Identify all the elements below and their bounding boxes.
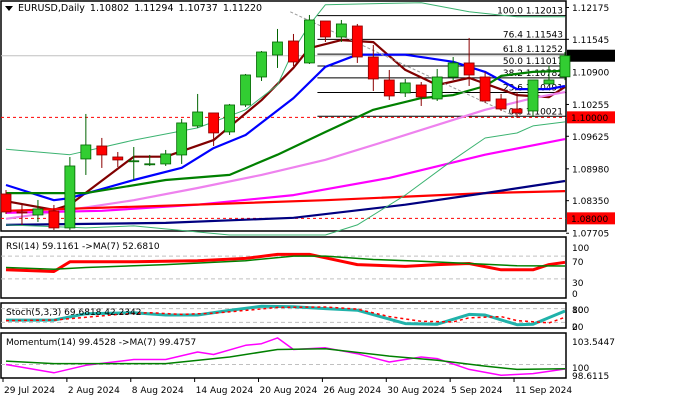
y-tick-label: 1.09625 bbox=[572, 133, 609, 143]
indicator-title: RSI(14) 59.1161 ->MA(7) 52.6810 bbox=[6, 242, 160, 252]
y-tick-label: 1.10255 bbox=[572, 101, 609, 111]
y-axis-label: 0 bbox=[572, 290, 578, 300]
bullish-candle[interactable] bbox=[335, 23, 347, 38]
bearish-candle[interactable] bbox=[112, 156, 124, 161]
y-tick-label: 1.07705 bbox=[572, 230, 609, 240]
bearish-candle[interactable] bbox=[288, 40, 299, 63]
y-axis-label: 70 bbox=[572, 258, 584, 268]
y-axis-label: 100 bbox=[572, 244, 589, 254]
x-tick-label: 5 Sep 2024 bbox=[451, 386, 503, 396]
bearish-candle[interactable] bbox=[319, 20, 331, 38]
bullish-candle[interactable] bbox=[240, 74, 251, 106]
x-tick-label: 14 Aug 2024 bbox=[196, 386, 254, 396]
bullish-candle[interactable] bbox=[527, 79, 539, 112]
bullish-candle[interactable] bbox=[304, 19, 315, 64]
bullish-candle[interactable] bbox=[447, 62, 459, 78]
dropdown-triangle-icon[interactable] bbox=[5, 6, 13, 11]
bullish-candle[interactable] bbox=[32, 208, 44, 216]
level-price-label: 1.10000 bbox=[571, 114, 608, 124]
bearish-candle[interactable] bbox=[367, 56, 379, 80]
y-axis-label: 0 bbox=[572, 323, 578, 333]
y-tick-label: 1.10900 bbox=[572, 68, 609, 78]
bearish-candle[interactable] bbox=[479, 76, 491, 102]
chart-header: EURUSD,Daily 1.10802 1.11294 1.10737 1.11220 bbox=[5, 3, 267, 14]
current-price-label: 1.11220 bbox=[571, 52, 608, 62]
y-axis-label: 103.5447 bbox=[572, 338, 615, 348]
x-tick-label: 11 Sep 2024 bbox=[515, 386, 572, 396]
bearish-candle[interactable] bbox=[351, 25, 363, 58]
y-tick-label: 1.08350 bbox=[572, 197, 609, 207]
y-axis-label: 80 bbox=[572, 306, 584, 316]
fib-level-label: 50.0 1.11017 bbox=[503, 57, 563, 67]
bearish-candle[interactable] bbox=[48, 210, 60, 229]
level-price-label: 1.08000 bbox=[571, 215, 608, 225]
y-tick-label: 1.12175 bbox=[572, 4, 609, 14]
open-value: 1.10802 bbox=[89, 3, 130, 14]
bullish-candle[interactable] bbox=[160, 153, 172, 165]
x-tick-label: 29 Jul 2024 bbox=[4, 386, 55, 396]
x-tick-label: 8 Aug 2024 bbox=[132, 386, 184, 396]
indicator-title: Stoch(5,3,3) 69.6818 42.2342 bbox=[6, 308, 141, 318]
y-tick-label: 1.11545 bbox=[572, 36, 609, 46]
bullish-candle[interactable] bbox=[399, 82, 411, 94]
bearish-candle[interactable] bbox=[495, 98, 507, 110]
bearish-candle[interactable] bbox=[208, 112, 220, 134]
close-value: 1.11220 bbox=[222, 3, 263, 14]
bullish-candle[interactable] bbox=[256, 51, 267, 78]
x-tick-label: 20 Aug 2024 bbox=[260, 386, 318, 396]
x-tick-label: 30 Aug 2024 bbox=[387, 386, 445, 396]
bullish-candle[interactable] bbox=[192, 111, 204, 127]
y-axis-label: 98.6115 bbox=[572, 372, 609, 382]
x-tick-label: 2 Aug 2024 bbox=[68, 386, 120, 396]
bullish-candle[interactable] bbox=[80, 144, 92, 160]
y-axis-label: 30 bbox=[572, 279, 584, 289]
bullish-candle[interactable] bbox=[128, 160, 140, 163]
symbol-label: EURUSD,Daily bbox=[18, 3, 85, 14]
bullish-candle[interactable] bbox=[176, 122, 188, 156]
fib-level-label: 61.8 1.11252 bbox=[503, 45, 563, 55]
low-value: 1.10737 bbox=[178, 3, 218, 14]
bullish-candle[interactable] bbox=[431, 76, 443, 100]
bearish-candle[interactable] bbox=[511, 108, 523, 114]
series-ma-7- bbox=[5, 347, 566, 371]
bullish-candle[interactable] bbox=[64, 165, 76, 229]
high-value: 1.11294 bbox=[134, 3, 174, 14]
fib-level-label: 100.0 1.12013 bbox=[497, 7, 563, 17]
bearish-candle[interactable] bbox=[415, 84, 427, 98]
chart-canvas[interactable]: 1.12175 1.11545 1.10900 1.10255 1.09625 1.089… bbox=[0, 0, 700, 400]
indicator-title: Momentum(14) 99.4528 ->MA(7) 99.4757 bbox=[6, 338, 196, 348]
bearish-candle[interactable] bbox=[383, 79, 395, 97]
bullish-candle[interactable] bbox=[144, 163, 156, 166]
bearish-candle[interactable] bbox=[0, 193, 12, 213]
bullish-candle[interactable] bbox=[543, 79, 555, 85]
bearish-candle[interactable] bbox=[96, 145, 108, 156]
fib-level-label: 76.4 1.11543 bbox=[503, 30, 563, 40]
bearish-candle[interactable] bbox=[463, 62, 475, 76]
bullish-candle[interactable] bbox=[559, 55, 571, 78]
bearish-candle[interactable] bbox=[16, 211, 28, 214]
bullish-candle[interactable] bbox=[224, 104, 235, 133]
bullish-candle[interactable] bbox=[272, 41, 283, 56]
x-tick-label: 26 Aug 2024 bbox=[323, 386, 381, 396]
y-tick-label: 1.08980 bbox=[572, 165, 609, 175]
